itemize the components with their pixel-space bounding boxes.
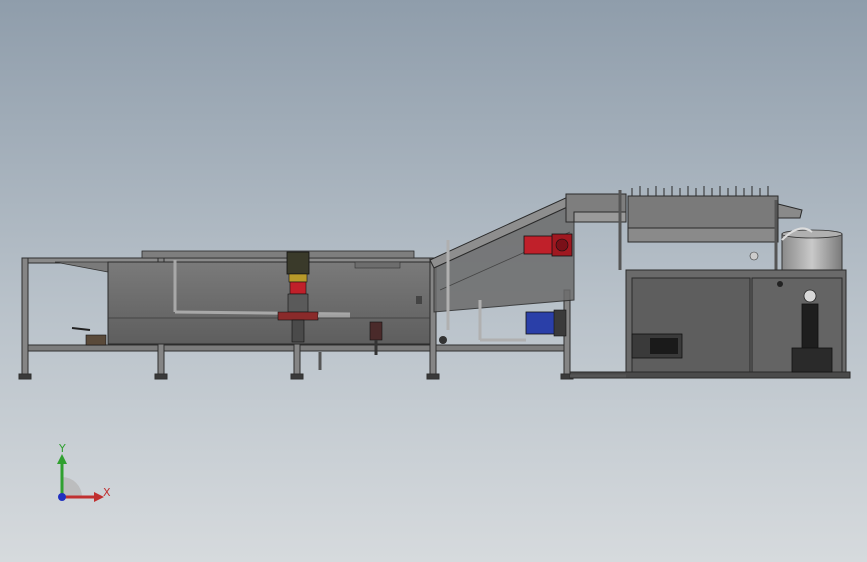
view-orientation-triad[interactable]: Y X: [40, 440, 120, 510]
machine-side-view: [18, 186, 851, 380]
x-axis-label: X: [103, 486, 111, 499]
triad-plane-icon: [62, 477, 82, 497]
z-axis-icon: [58, 493, 66, 501]
drain-valve-left: [71, 327, 107, 346]
brush-section: [618, 190, 803, 270]
cabinet-motor: [631, 333, 683, 359]
spray-nozzles: [631, 186, 769, 196]
y-axis-label: Y: [59, 442, 66, 455]
conveyor-motor: [523, 233, 573, 257]
cad-viewport[interactable]: Y X: [0, 0, 867, 562]
